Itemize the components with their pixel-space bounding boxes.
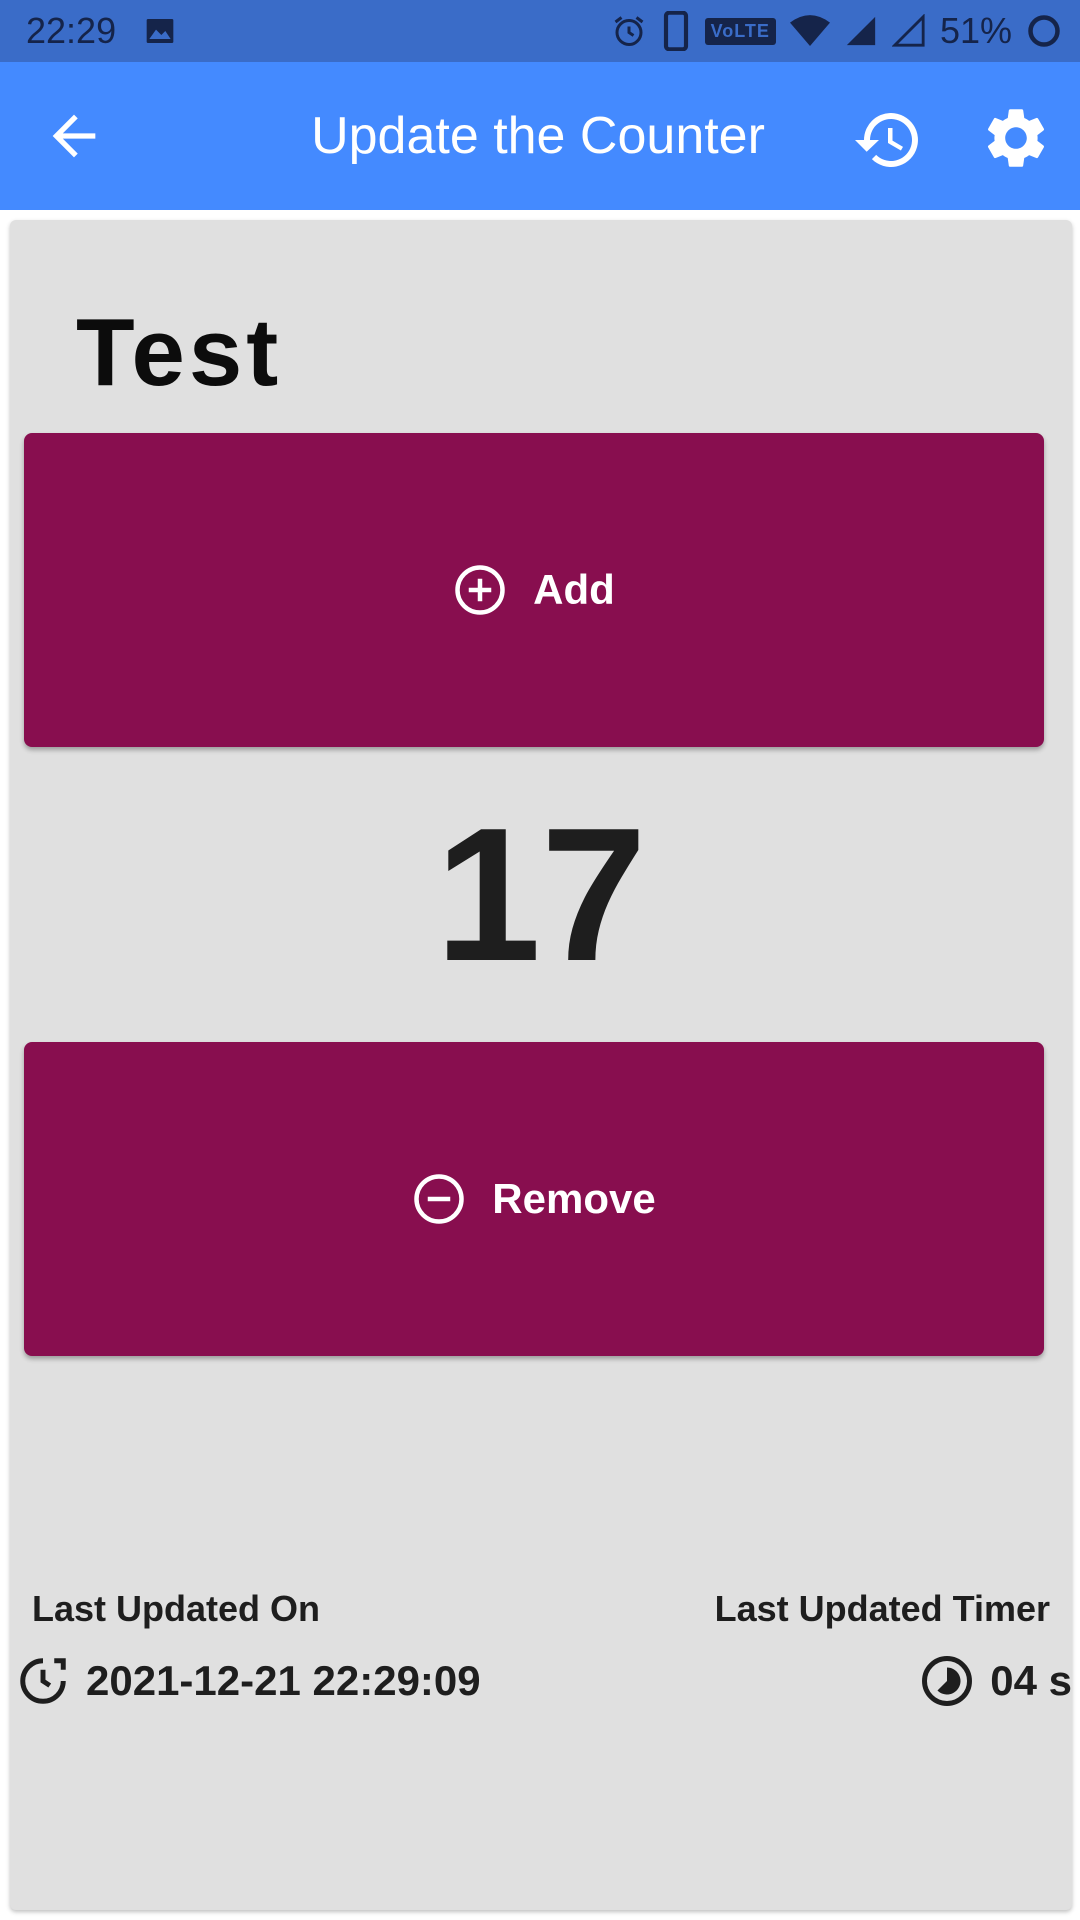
settings-gear-icon[interactable] [980,102,1052,174]
last-updated-timer-value: 04 s [990,1657,1072,1704]
app-bar: Update the Counter [0,62,1080,210]
update-clock-icon [20,1658,66,1704]
battery-percent: 51% [939,10,1012,51]
remove-button[interactable]: Remove [24,1042,1044,1356]
alarm-icon [614,16,644,46]
last-updated-timer-label: Last Updated Timer [714,1588,1050,1629]
last-updated-on: 2021-12-21 22:29:09 [16,1654,481,1708]
add-button-label: Add [533,566,615,613]
phone-vibrate-icon [663,11,688,51]
status-time: 22:29 [26,10,117,51]
image-notification-icon [146,19,174,43]
wifi-icon [789,15,830,46]
last-updated-timer: 04 s [920,1654,1072,1708]
add-circle-icon [455,565,505,615]
battery-icon [1028,15,1060,47]
counter-value: 17 [435,789,647,1001]
volte-badge: VoLTE [704,17,776,45]
history-icon[interactable] [852,104,924,176]
signal-icon [846,16,876,46]
counter-name: Test [76,299,283,406]
add-button[interactable]: Add [24,433,1044,747]
status-bar: 22:29 VoLTE 51% [0,0,1080,62]
last-updated-on-value: 2021-12-21 22:29:09 [86,1657,481,1704]
counter-card: Test Add 17 Remove Last Updated On Last … [10,220,1072,1910]
remove-circle-icon [414,1174,465,1224]
timelapse-icon [922,1656,973,1706]
last-updated-on-label: Last Updated On [32,1588,321,1629]
signal-empty-icon [891,14,925,47]
remove-button-label: Remove [492,1175,656,1222]
status-indicators: VoLTE 51% [611,0,1062,62]
